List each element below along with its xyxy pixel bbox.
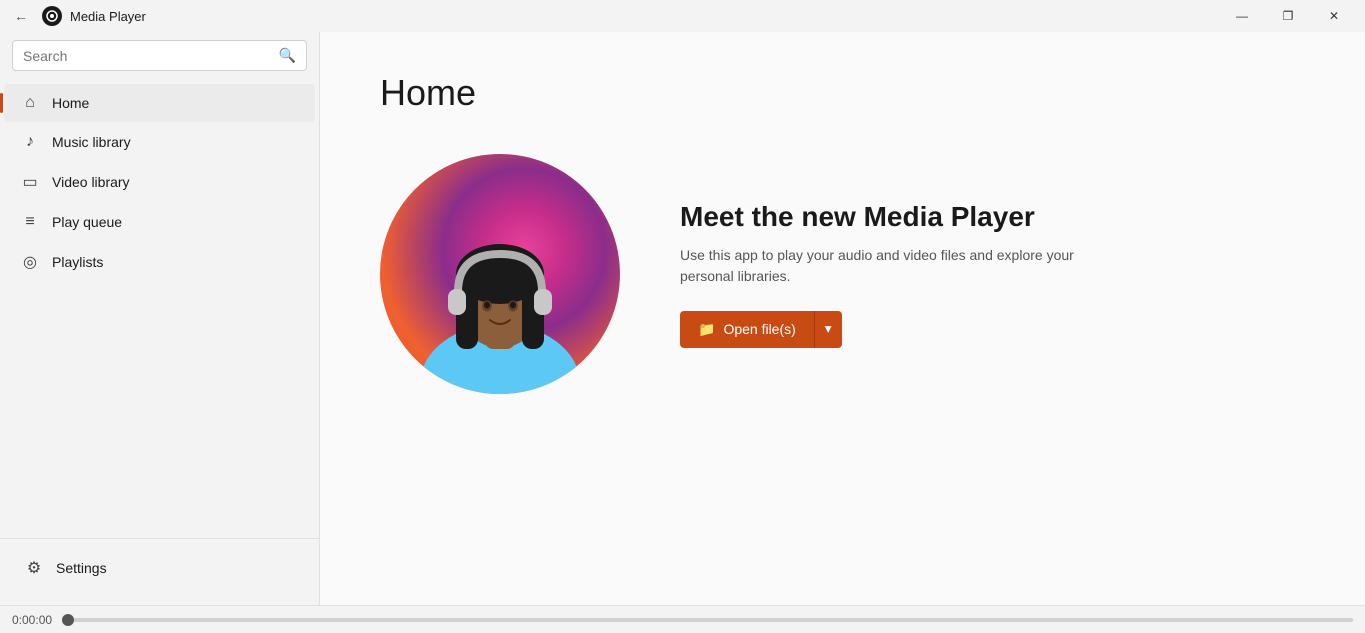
- music-icon: ♪: [20, 133, 40, 151]
- sidebar-item-label: Video library: [52, 174, 130, 190]
- open-file-button-group: 📁 Open file(s) ▾: [680, 311, 1080, 348]
- current-time: 0:00:00: [12, 613, 52, 627]
- video-icon: ▭: [20, 172, 40, 192]
- hero-title: Meet the new Media Player: [680, 201, 1080, 233]
- search-box[interactable]: 🔍: [12, 40, 307, 71]
- page-title: Home: [380, 72, 1305, 114]
- titlebar-left: ← Media Player: [8, 4, 146, 28]
- sidebar-item-video-library[interactable]: ▭ Video library: [4, 162, 315, 202]
- sidebar-bottom: ⚙ Settings: [0, 538, 319, 597]
- minimize-button[interactable]: —: [1219, 0, 1265, 32]
- settings-icon: ⚙: [24, 558, 44, 578]
- sidebar-item-play-queue[interactable]: ≡ Play queue: [4, 203, 315, 241]
- character-svg: [380, 154, 620, 394]
- search-input[interactable]: [23, 48, 271, 64]
- nav-items: ⌂ Home ♪ Music library ▭ Video library ≡…: [0, 79, 319, 538]
- hero-description: Use this app to play your audio and vide…: [680, 245, 1080, 287]
- content-area: Home: [320, 32, 1365, 605]
- queue-icon: ≡: [20, 213, 40, 231]
- sidebar-item-label: Home: [52, 95, 89, 111]
- progress-thumb[interactable]: [62, 614, 74, 626]
- app-title: Media Player: [70, 9, 146, 24]
- sidebar-item-settings[interactable]: ⚙ Settings: [8, 548, 311, 588]
- window-controls: — ❐ ✕: [1219, 0, 1357, 32]
- close-button[interactable]: ✕: [1311, 0, 1357, 32]
- progress-track[interactable]: [62, 618, 1353, 622]
- open-btn-label: Open file(s): [723, 321, 795, 337]
- home-icon: ⌂: [20, 94, 40, 112]
- main-layout: 🔍 ⌂ Home ♪ Music library ▭ Video library…: [0, 32, 1365, 605]
- hero-section: Meet the new Media Player Use this app t…: [380, 154, 1305, 394]
- open-file-button[interactable]: 📁 Open file(s): [680, 311, 814, 348]
- sidebar-item-label: Settings: [56, 560, 107, 576]
- sidebar-item-label: Music library: [52, 134, 131, 150]
- maximize-button[interactable]: ❐: [1265, 0, 1311, 32]
- hero-illustration: [380, 154, 620, 394]
- app-logo: [42, 6, 62, 26]
- back-button[interactable]: ←: [8, 4, 34, 28]
- hero-content: Meet the new Media Player Use this app t…: [680, 201, 1080, 348]
- sidebar: 🔍 ⌂ Home ♪ Music library ▭ Video library…: [0, 32, 320, 605]
- progress-bar-container: 0:00:00: [0, 605, 1365, 633]
- sidebar-item-playlists[interactable]: ◎ Playlists: [4, 242, 315, 282]
- search-icon: 🔍: [279, 47, 296, 64]
- sidebar-item-home[interactable]: ⌂ Home: [4, 84, 315, 122]
- back-icon: ←: [14, 8, 28, 24]
- sidebar-item-label: Playlists: [52, 254, 103, 270]
- open-file-dropdown-button[interactable]: ▾: [814, 311, 842, 348]
- playlists-icon: ◎: [20, 252, 40, 272]
- chevron-down-icon: ▾: [825, 321, 832, 337]
- folder-icon: 📁: [698, 321, 715, 338]
- sidebar-item-label: Play queue: [52, 214, 122, 230]
- titlebar: ← Media Player — ❐ ✕: [0, 0, 1365, 32]
- sidebar-item-music-library[interactable]: ♪ Music library: [4, 123, 315, 161]
